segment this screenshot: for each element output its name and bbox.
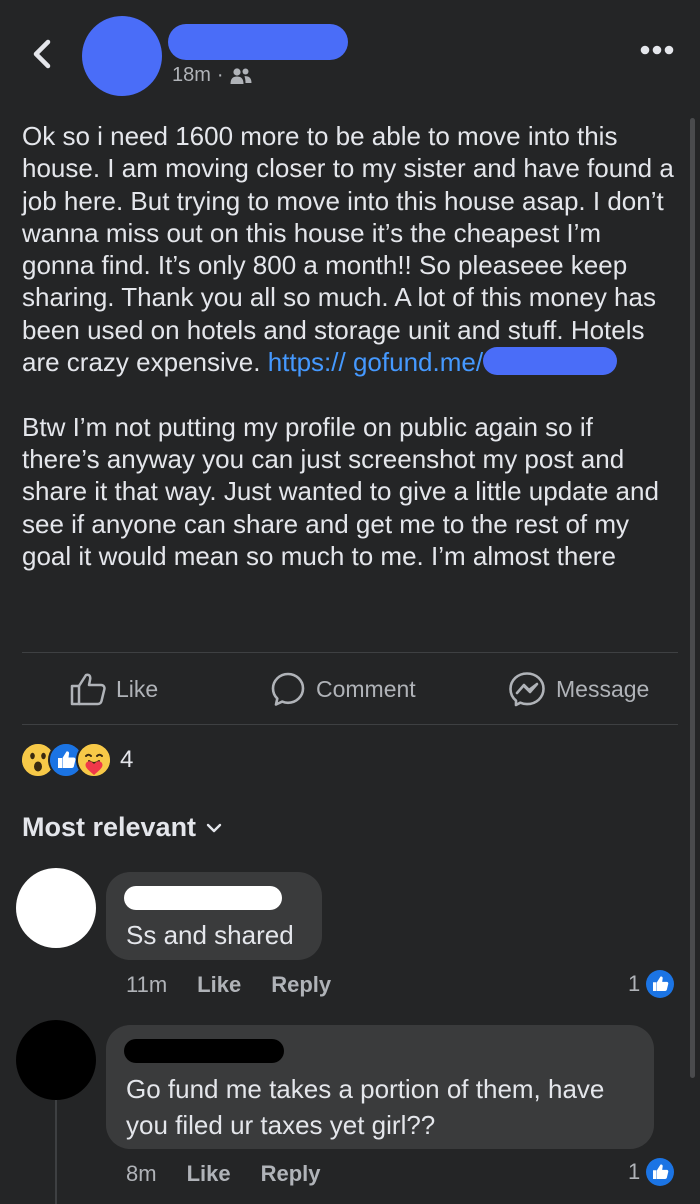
comment-reply-button[interactable]: Reply [261, 1161, 321, 1187]
comment-like-button[interactable]: Like [187, 1161, 231, 1187]
comment-time: 11m [126, 972, 168, 997]
like-reaction-icon [646, 970, 675, 998]
comment-meta: 11m Like Reply [126, 972, 331, 998]
comment-like-count[interactable]: 1 [628, 1158, 675, 1186]
commenter-avatar[interactable] [16, 1020, 96, 1100]
sort-dropdown[interactable]: Most relevant [22, 812, 222, 843]
gofundme-link[interactable]: https:// gofund.me/ [268, 347, 618, 377]
divider [22, 724, 678, 725]
link-redacted [483, 347, 618, 376]
comment-time: 8m [126, 1161, 157, 1186]
chevron-down-icon [206, 823, 222, 832]
reaction-count: 4 [120, 746, 134, 773]
more-horizontal-icon[interactable] [640, 44, 674, 56]
back-chevron-icon[interactable] [28, 36, 58, 72]
friends-icon [230, 67, 252, 84]
post-meta: 18m · [172, 64, 252, 87]
comment-reply-button[interactable]: Reply [271, 972, 331, 998]
poster-name-redacted[interactable] [168, 24, 348, 60]
comment-like-button[interactable]: Like [197, 972, 241, 998]
comment-text: Ss and shared [126, 920, 294, 950]
message-button[interactable]: Message [508, 670, 649, 708]
message-label: Message [556, 675, 650, 702]
comment-bubble: Go fund me takes a portion of them, have… [106, 1025, 654, 1149]
post-paragraph-1: Ok so i need 1600 more to be able to mov… [22, 121, 674, 378]
poster-avatar[interactable] [82, 16, 162, 96]
commenter-name-redacted[interactable] [124, 886, 282, 910]
comment-button[interactable]: Comment [270, 670, 416, 708]
post-paragraph-2: Btw I’m not putting my profile on public… [22, 411, 659, 571]
meta-separator: · [216, 64, 224, 86]
comment-meta: 8m Like Reply [126, 1161, 321, 1187]
like-count-number: 1 [628, 1159, 641, 1184]
post-time: 18m [172, 64, 211, 86]
comment-bubble: Ss and shared [106, 872, 322, 960]
like-label: Like [116, 675, 159, 702]
thread-line [55, 1100, 57, 1204]
messenger-icon [509, 672, 545, 707]
thumbs-up-icon [70, 673, 106, 706]
reaction-summary[interactable]: 4 [20, 742, 133, 778]
commenter-name-redacted[interactable] [124, 1039, 284, 1063]
comment-like-count[interactable]: 1 [628, 970, 675, 998]
comment-label: Comment [316, 675, 416, 702]
divider [22, 652, 678, 653]
like-button[interactable]: Like [70, 670, 158, 708]
commenter-avatar[interactable] [16, 868, 96, 948]
like-count-number: 1 [628, 971, 641, 996]
sort-label: Most relevant [22, 812, 197, 842]
comment-text: Go fund me takes a portion of them, have… [126, 1074, 605, 1140]
scrollbar[interactable] [690, 118, 695, 1078]
care-reaction-icon [76, 742, 112, 778]
like-reaction-icon [646, 1158, 675, 1186]
post-body: Ok so i need 1600 more to be able to mov… [22, 120, 677, 572]
comment-bubble-icon [271, 672, 305, 706]
